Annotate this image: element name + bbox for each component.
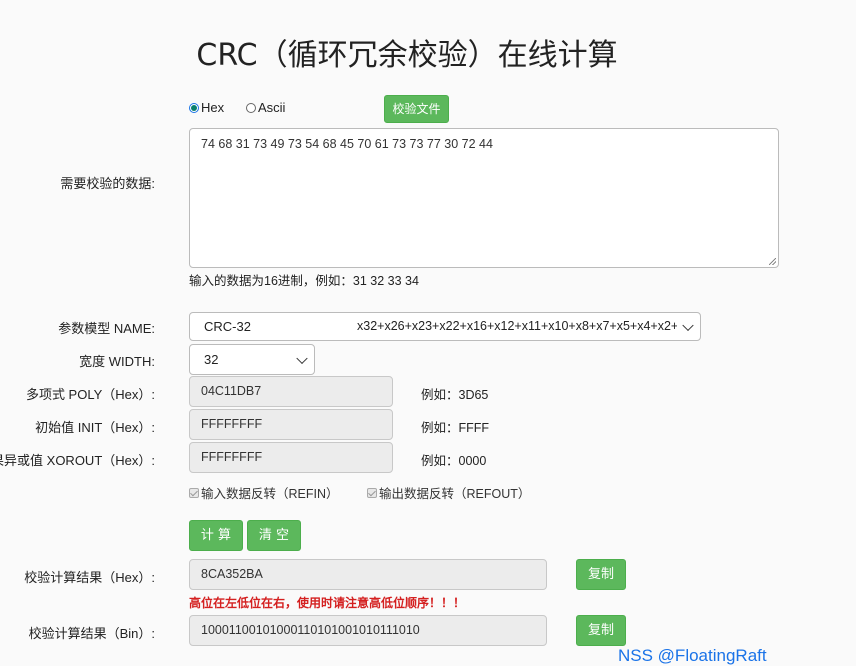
copy-hex-button[interactable]: 复制 <box>576 559 626 590</box>
calculate-button[interactable]: 计 算 <box>189 520 243 551</box>
width-label: 宽度 WIDTH: <box>79 354 155 369</box>
refout-checkbox[interactable]: 输出数据反转（REFOUT） <box>367 483 530 502</box>
poly-field[interactable]: 04C11DB7 <box>189 376 393 407</box>
data-label: 需要校验的数据: <box>60 176 155 191</box>
init-field[interactable]: FFFFFFFF <box>189 409 393 440</box>
init-label: 初始值 INIT（Hex）: <box>35 420 155 435</box>
refin-checkbox[interactable]: 输入数据反转（REFIN） <box>189 483 339 502</box>
width-value: 32 <box>204 352 219 367</box>
page-title: CRC（循环冗余校验）在线计算 <box>196 38 618 73</box>
refout-label: 输出数据反转（REFOUT） <box>379 487 531 501</box>
clear-button[interactable]: 清 空 <box>247 520 301 551</box>
width-select[interactable]: 32 <box>189 344 315 375</box>
data-hint: 输入的数据为16进制，例如：31 32 33 34 <box>189 274 419 288</box>
xorout-field[interactable]: FFFFFFFF <box>189 442 393 473</box>
chevron-down-icon <box>682 319 694 331</box>
credit-watermark: NSS @FloatingRaft <box>618 646 767 665</box>
result-hex-field[interactable]: 8CA352BA <box>189 559 547 590</box>
radio-ascii[interactable]: Ascii <box>246 100 285 115</box>
data-value: 74 68 31 73 49 73 54 68 45 70 61 73 73 7… <box>201 137 493 151</box>
poly-example: 例如：3D65 <box>421 388 489 402</box>
poly-label: 多项式 POLY（Hex）: <box>25 387 155 402</box>
result-bin-label: 校验计算结果（Bin）: <box>28 626 155 641</box>
name-label: 参数模型 NAME: <box>58 321 155 336</box>
name-formula: x32+x26+x23+x22+x16+x12+x11+x10+x8+x7+x5… <box>357 319 677 333</box>
resize-grip-icon[interactable] <box>769 258 776 265</box>
chevron-down-icon <box>296 352 308 364</box>
radio-ascii-label: Ascii <box>258 100 286 115</box>
name-value: CRC-32 <box>204 319 251 334</box>
xorout-label: 结果异或值 XOROUT（Hex）: <box>0 450 155 469</box>
radio-hex[interactable]: Hex <box>189 100 224 115</box>
init-example: 例如：FFFF <box>421 421 490 435</box>
copy-bin-button[interactable]: 复制 <box>576 615 626 646</box>
refin-label: 输入数据反转（REFIN） <box>201 487 339 501</box>
result-hex-label: 校验计算结果（Hex）: <box>24 570 155 585</box>
order-warning: 高位在左低位在右，使用时请注意高低位顺序！！！ <box>189 596 466 610</box>
xorout-example: 例如：0000 <box>421 454 487 468</box>
result-bin-field[interactable]: 10001100101000110101001010111010 <box>189 615 547 646</box>
checkbox-checked-icon <box>189 487 199 498</box>
xorout-label-text: 结果异或值 XOROUT（Hex）: <box>0 453 155 468</box>
radio-hex-label: Hex <box>201 100 225 115</box>
verify-file-button[interactable]: 校验文件 <box>384 95 449 123</box>
data-textarea[interactable]: 74 68 31 73 49 73 54 68 45 70 61 73 73 7… <box>189 128 779 268</box>
checkbox-checked-icon <box>367 487 377 498</box>
radio-unchecked-icon <box>246 102 256 113</box>
radio-checked-icon <box>189 102 199 113</box>
name-select[interactable]: CRC-32 x32+x26+x23+x22+x16+x12+x11+x10+x… <box>189 312 701 341</box>
